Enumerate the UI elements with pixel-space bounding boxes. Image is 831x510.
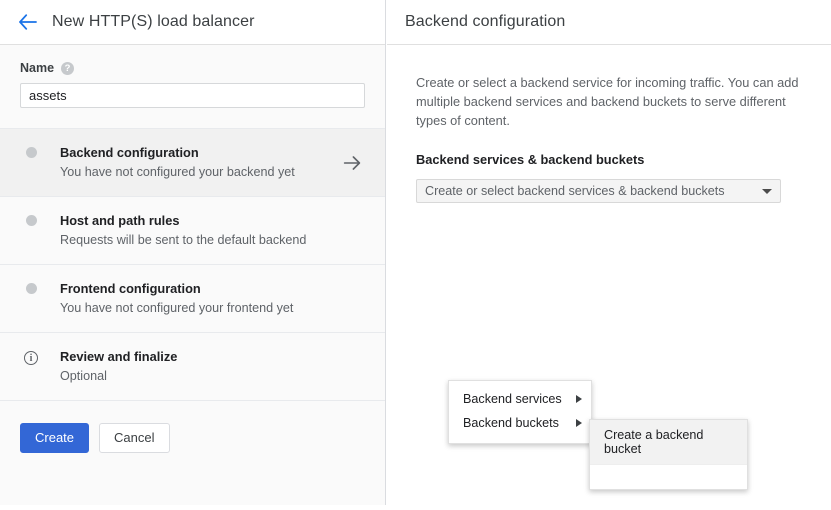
- detail-description: Create or select a backend service for i…: [416, 75, 799, 128]
- step-text: Frontend configuration You have not conf…: [42, 281, 365, 315]
- load-balancer-wizard: New HTTP(S) load balancer Name ? Backend…: [0, 0, 831, 510]
- info-icon: i: [24, 351, 38, 365]
- backend-buckets-submenu: Create a backend bucket: [589, 419, 748, 490]
- section-heading: Backend services & backend buckets: [416, 152, 645, 167]
- detail-body: Create or select a backend service for i…: [387, 45, 831, 490]
- create-button[interactable]: Create: [20, 423, 90, 453]
- menu-item-label: Backend services: [463, 392, 562, 406]
- name-field-block: Name ?: [0, 45, 385, 129]
- step-text: Review and finalize Optional: [42, 349, 365, 383]
- step-text: Backend configuration You have not confi…: [42, 145, 343, 179]
- chevron-right-icon: [576, 419, 582, 427]
- wizard-header: New HTTP(S) load balancer: [0, 0, 385, 45]
- step-icon: [20, 145, 42, 158]
- backend-dropdown-menu: Backend services Backend buckets: [448, 380, 592, 444]
- step-icon: [20, 213, 42, 226]
- step-subtitle: Optional: [60, 369, 107, 383]
- backend-select-value: Create or select backend services & back…: [425, 184, 725, 198]
- step-dot-icon: [25, 215, 37, 226]
- wizard-left-panel: New HTTP(S) load balancer Name ? Backend…: [0, 0, 386, 505]
- cancel-button[interactable]: Cancel: [99, 423, 170, 453]
- step-title: Frontend configuration: [60, 281, 201, 296]
- step-dot-icon: [25, 283, 37, 294]
- chevron-down-icon: [762, 188, 772, 194]
- name-label-row: Name ?: [20, 61, 365, 75]
- sidebar-item-review-and-finalize[interactable]: i Review and finalize Optional: [0, 333, 385, 401]
- step-subtitle: You have not configured your frontend ye…: [60, 301, 294, 315]
- detail-header: Backend configuration: [387, 0, 831, 45]
- name-label: Name: [20, 61, 55, 75]
- arrow-right-icon[interactable]: [343, 155, 365, 170]
- step-dot-icon: [25, 147, 37, 158]
- sidebar-item-frontend-configuration[interactable]: Frontend configuration You have not conf…: [0, 265, 385, 333]
- help-icon[interactable]: ?: [61, 61, 75, 75]
- chevron-right-icon: [576, 395, 582, 403]
- sidebar-item-host-and-path-rules[interactable]: Host and path rules Requests will be sen…: [0, 197, 385, 265]
- wizard-actions: Create Cancel: [0, 401, 385, 475]
- name-input[interactable]: [20, 83, 365, 108]
- menu-item-backend-services[interactable]: Backend services: [449, 387, 591, 411]
- arrow-left-icon[interactable]: [8, 14, 48, 30]
- step-title: Review and finalize: [60, 349, 178, 364]
- step-subtitle: Requests will be sent to the default bac…: [60, 233, 307, 247]
- page-title: New HTTP(S) load balancer: [52, 13, 255, 30]
- backend-select[interactable]: Create or select backend services & back…: [416, 179, 781, 203]
- menu-item-create-a-backend-bucket[interactable]: Create a backend bucket: [590, 420, 747, 465]
- sidebar-item-backend-configuration[interactable]: Backend configuration You have not confi…: [0, 129, 385, 197]
- step-title: Host and path rules: [60, 213, 180, 228]
- step-text: Host and path rules Requests will be sen…: [42, 213, 365, 247]
- step-icon: [20, 281, 42, 294]
- backend-select-wrap: Create or select backend services & back…: [416, 179, 781, 490]
- step-title: Backend configuration: [60, 145, 199, 160]
- detail-panel: Backend configuration Create or select a…: [387, 0, 831, 510]
- wizard-steps: Backend configuration You have not confi…: [0, 129, 385, 401]
- step-subtitle: You have not configured your backend yet: [60, 165, 295, 179]
- menu-item-backend-buckets[interactable]: Backend buckets: [449, 411, 591, 435]
- submenu-empty-row: [590, 465, 747, 489]
- step-icon: i: [20, 349, 42, 365]
- menu-item-label: Backend buckets: [463, 416, 559, 430]
- detail-title: Backend configuration: [405, 13, 566, 30]
